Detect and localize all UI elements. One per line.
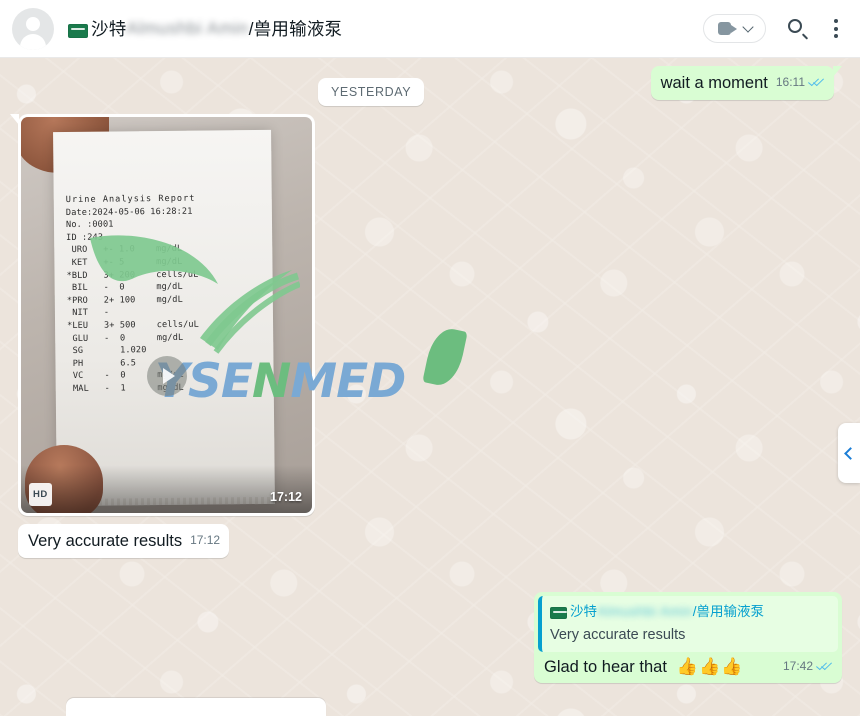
message-meta: 17:12 <box>190 530 220 551</box>
contact-name-blurred: Almushbi Amin <box>126 18 249 38</box>
search-icon[interactable] <box>788 18 809 40</box>
message-time: 17:42 <box>782 659 813 673</box>
video-play-button[interactable] <box>147 356 187 396</box>
saudi-arabia-flag-icon <box>68 23 88 38</box>
report-paper: Urine Analysis Report Date:2024-05-06 16… <box>53 129 275 507</box>
message-text: Very accurate results <box>28 532 183 550</box>
quote-name-suffix: /兽用输液泵 <box>692 604 765 619</box>
message-text: wait a moment <box>660 74 768 92</box>
quoted-message-text: Very accurate results <box>550 627 686 643</box>
header-actions <box>703 14 842 43</box>
menu-icon[interactable] <box>830 17 842 40</box>
contact-avatar[interactable] <box>12 7 54 50</box>
video-camera-icon <box>718 22 737 35</box>
message-meta: 17:42 <box>783 656 833 677</box>
message-time: 17:12 <box>190 533 221 547</box>
message-text: Glad to hear that <box>544 658 667 676</box>
video-call-button[interactable] <box>703 14 766 43</box>
chevron-down-icon <box>742 20 754 33</box>
whatsapp-chat-window: 沙特 Almushbi Amin /兽用输液泵 YESTERDAY wait a… <box>0 0 860 716</box>
image-bottom-gradient <box>21 465 312 513</box>
thumbs-up-emoji-group: 👍👍👍 <box>676 657 744 676</box>
quoted-message-author: 沙特 Almushbi Amin /兽用输液泵 <box>550 602 829 622</box>
message-bubble-reply[interactable]: 沙特 Almushbi Amin /兽用输液泵 Very accurate re… <box>534 592 842 683</box>
message-list: YESTERDAY wait a moment 16:11 Urine Anal… <box>0 58 860 716</box>
quoted-message[interactable]: 沙特 Almushbi Amin /兽用输液泵 Very accurate re… <box>538 596 838 652</box>
message-bubble-image[interactable]: Urine Analysis Report Date:2024-05-06 16… <box>10 114 315 516</box>
saudi-arabia-flag-icon <box>550 607 567 619</box>
quote-name-blurred: Almushbi Amin <box>597 604 693 619</box>
urine-analysis-report-photo[interactable]: Urine Analysis Report Date:2024-05-06 16… <box>21 117 312 513</box>
message-row-incoming-text: Very accurate results 17:12 <box>18 524 842 558</box>
day-divider-label: YESTERDAY <box>318 78 425 106</box>
chat-message-area[interactable]: YESTERDAY wait a moment 16:11 Urine Anal… <box>0 58 860 716</box>
image-message-time: 17:12 <box>270 490 302 504</box>
message-row-reply: 沙特 Almushbi Amin /兽用输液泵 Very accurate re… <box>18 592 842 683</box>
play-triangle-icon <box>163 368 175 384</box>
read-receipt-double-check-icon <box>807 75 825 88</box>
read-receipt-double-check-icon <box>815 659 833 672</box>
message-row-outgoing: wait a moment 16:11 <box>650 66 843 100</box>
chat-header: 沙特 Almushbi Amin /兽用输液泵 <box>0 0 860 58</box>
chevron-left-icon <box>844 446 857 460</box>
message-meta: 16:11 <box>776 72 825 93</box>
divider-and-first-message: YESTERDAY wait a moment 16:11 <box>18 66 843 106</box>
partially-visible-message-bubble[interactable] <box>66 698 326 716</box>
message-time: 16:11 <box>775 75 805 89</box>
message-row-image: Urine Analysis Report Date:2024-05-06 16… <box>10 114 842 516</box>
quote-name-prefix: 沙特 <box>570 604 597 619</box>
hd-quality-badge: HD <box>29 483 52 506</box>
day-divider: YESTERDAY <box>318 78 425 106</box>
avatar-body-shape <box>20 33 46 50</box>
contact-name-prefix: 沙特 <box>91 19 127 39</box>
message-bubble-very-accurate-results[interactable]: Very accurate results 17:12 <box>18 524 230 558</box>
contact-name-suffix: /兽用输液泵 <box>248 19 343 39</box>
reply-body: Glad to hear that 👍👍👍 17:42 <box>534 652 842 683</box>
scroll-back-tab[interactable] <box>838 423 860 483</box>
message-bubble-wait-a-moment[interactable]: wait a moment 16:11 <box>650 66 843 100</box>
contact-name-title[interactable]: 沙特 Almushbi Amin /兽用输液泵 <box>68 16 342 41</box>
avatar-head-shape <box>26 16 40 31</box>
